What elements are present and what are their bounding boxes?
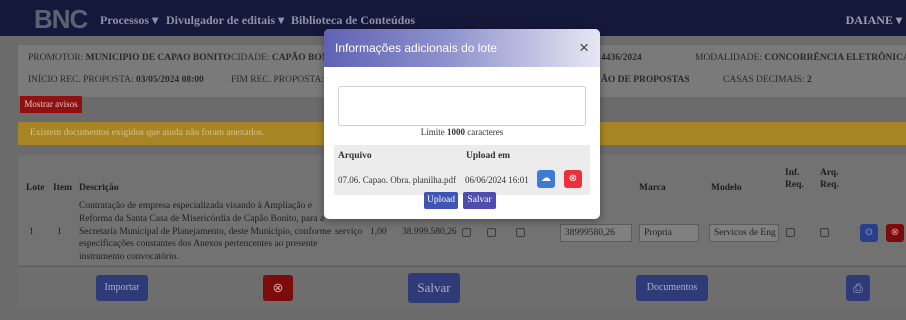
user-menu[interactable]: DAIANE ▾ [846, 13, 902, 28]
row-quantidade: 1,00 [370, 227, 387, 237]
nav-biblioteca-conteudos[interactable]: Biblioteca de Conteúdos [291, 13, 415, 28]
delete-attachment-button[interactable]: ⊗ [564, 170, 582, 188]
fim-proposta-info: FIM REC. PROPOSTA: ( [231, 75, 330, 85]
cloud-download-icon: ☁ [541, 173, 551, 184]
close-circle-icon: ⊗ [272, 280, 284, 295]
row-checkbox-2[interactable] [487, 228, 496, 237]
row-checkbox-1[interactable] [462, 228, 471, 237]
cidade-info: CIDADE: CAPÃO BON [231, 53, 329, 63]
clear-button[interactable]: ⊗ [263, 275, 293, 301]
row-valor: 38.999.580,26 [402, 227, 457, 237]
marca-input[interactable]: Propria [639, 224, 699, 242]
documentos-button[interactable]: Documentos [636, 275, 708, 301]
attachment-filename[interactable]: 07.06. Capao. Obra. planilha.pdf [338, 175, 456, 185]
footer-actions [18, 266, 906, 309]
row-unidade: serviço [335, 227, 363, 237]
nav-processos[interactable]: Processos ▾ [100, 13, 158, 28]
header-descricao: Descrição [79, 183, 119, 193]
modal-salvar-button[interactable]: Salvar [463, 192, 496, 209]
modalidade-info: MODALIDADE: CONCORRÊNCIA ELETRÔNICA [695, 53, 906, 63]
upload-button[interactable]: Upload [424, 192, 458, 209]
numero-info: 4436/2024 [601, 53, 642, 63]
header-inf-req: Inf. Req. [785, 168, 804, 190]
header-upload-em: Upload em [466, 151, 511, 161]
header-marca: Marca [639, 183, 666, 193]
casas-decimais-info: CASAS DECIMAIS: 2 [723, 75, 812, 85]
bnc-logo[interactable]: BNC [34, 4, 88, 35]
header-arq-req: Arq. Req. [820, 168, 839, 190]
row-info-button[interactable]: ⊙ [860, 224, 878, 242]
modelo-input[interactable]: Servicos de Eng [709, 224, 779, 242]
info-textarea[interactable] [338, 86, 586, 126]
inf-req-checkbox[interactable] [786, 228, 795, 237]
header-arquivo: Arquivo [338, 151, 372, 161]
close-icon[interactable]: × [579, 38, 589, 58]
info-adicionais-modal: Informações adicionais do lote × Limite … [324, 29, 600, 219]
promotor-info: PROMOTOR: MUNICIPIO DE CAPAO BONITO [28, 53, 231, 63]
salvar-button[interactable]: Salvar [408, 273, 460, 303]
close-circle-icon: ⊗ [890, 227, 900, 238]
fase-info: ÃO DE PROPOSTAS [601, 75, 690, 85]
attachments-table: Arquivo Upload em 07.06. Capao. Obra. pl… [334, 145, 590, 195]
row-descricao: Contratação de empresa especializada vis… [79, 201, 332, 263]
modal-title: Informações adicionais do lote [335, 41, 498, 55]
info-icon: ⊙ [864, 227, 874, 238]
row-lote: 1 [29, 227, 34, 237]
modal-header: Informações adicionais do lote × [324, 29, 600, 67]
row-delete-button[interactable]: ⊗ [886, 224, 904, 242]
close-circle-icon: ⊗ [568, 173, 578, 184]
print-button[interactable]: ⎙ [846, 275, 870, 301]
valor-input[interactable]: 38999580,26 [560, 224, 632, 242]
download-button[interactable]: ☁ [537, 170, 555, 188]
importar-button[interactable]: Importar [96, 275, 148, 301]
inicio-proposta-info: INÍCIO REC. PROPOSTA: 03/05/2024 08:00 [28, 75, 204, 85]
header-item: Item [53, 183, 72, 193]
row-item: 1 [57, 227, 62, 237]
row-checkbox-3[interactable] [516, 228, 525, 237]
header-modelo: Modelo [711, 183, 742, 193]
arq-req-checkbox[interactable] [820, 228, 829, 237]
mostrar-avisos-button[interactable]: Mostrar avisos [20, 96, 82, 113]
printer-icon: ⎙ [853, 281, 863, 295]
limite-caracteres: Limite 1000 caracteres [420, 127, 504, 137]
attachment-upload-date: 06/06/2024 16:01 [465, 175, 529, 185]
nav-divulgador-editais[interactable]: Divulgador de editais ▾ [166, 13, 284, 28]
header-lote: Lote [26, 183, 45, 193]
